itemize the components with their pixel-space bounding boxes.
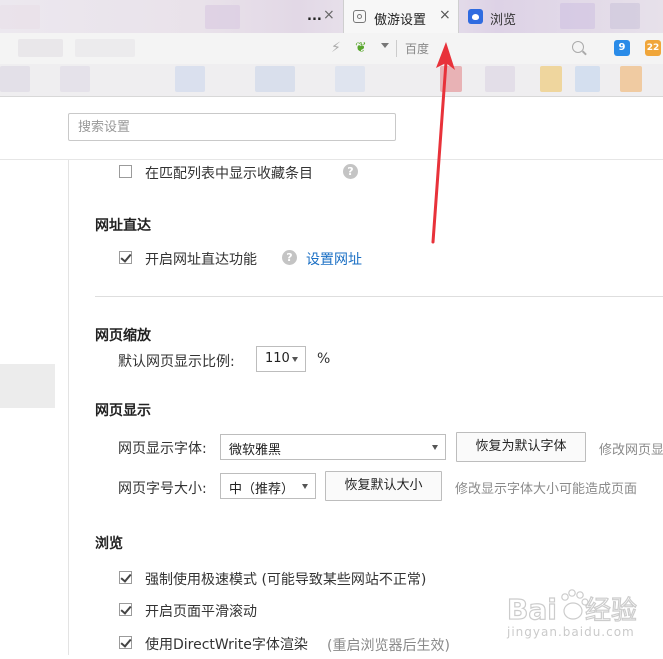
tab-bar: ... × 傲游设置 × 浏览 — [0, 0, 663, 33]
extension-icon[interactable]: 9 — [614, 40, 630, 56]
blurred-bookmark — [60, 66, 90, 92]
gear-icon — [353, 10, 366, 23]
section-heading-browse: 浏览 — [95, 536, 123, 552]
url-direct-label: 开启网址直达功能 — [145, 252, 257, 268]
tab-previous[interactable]: ... × — [292, 0, 342, 33]
close-icon[interactable]: × — [323, 7, 335, 23]
blurred-tab — [0, 5, 40, 29]
divider — [396, 40, 397, 57]
font-value: 微软雅黑 — [229, 443, 282, 458]
checkbox-force-speed-mode[interactable] — [119, 571, 132, 584]
zoom-label: 默认网页显示比例: — [118, 354, 235, 370]
font-label: 网页显示字体: — [118, 441, 207, 457]
directwrite-note: (重启浏览器后生效) — [327, 638, 450, 654]
address-bar: ⚡ ❦ 百度 9 22 — [0, 33, 663, 65]
chevron-down-icon — [432, 445, 438, 450]
blurred-bookmark — [620, 66, 642, 92]
svg-text:Bai: Bai — [507, 593, 557, 626]
reset-font-button[interactable]: 恢复为默认字体 — [456, 432, 586, 462]
watermark-url: jingyan.baidu.com — [507, 625, 635, 639]
blurred-bookmark — [0, 66, 30, 92]
baidu-paw-icon — [468, 9, 483, 24]
blurred-bookmark — [175, 66, 205, 92]
checkbox-url-direct[interactable] — [119, 251, 132, 264]
blurred-tab — [610, 3, 640, 29]
checkbox-smooth-scroll[interactable] — [119, 603, 132, 616]
svg-text:经验: 经验 — [585, 596, 637, 626]
tab-settings-title: 傲游设置 — [374, 13, 427, 28]
red-arrow-annotation — [431, 42, 455, 244]
blurred-bookmark — [575, 66, 600, 92]
extension-icon[interactable]: 22 — [645, 40, 661, 56]
blurred-bookmark — [335, 66, 365, 92]
font-size-label: 网页字号大小: — [118, 481, 207, 497]
font-size-note: 修改显示字体大小可能造成页面 — [455, 482, 638, 497]
blurred-bookmark — [255, 66, 295, 92]
checkbox-show-favorites[interactable] — [119, 165, 132, 178]
help-icon[interactable]: ? — [282, 250, 297, 265]
checkbox-directwrite[interactable] — [119, 636, 132, 649]
watermark: Bai 经验 jingyan.baidu.com — [505, 583, 663, 655]
smooth-scroll-label: 开启页面平滑滚动 — [145, 604, 257, 620]
force-speed-mode-label: 强制使用极速模式 (可能导致某些网站不正常) — [145, 572, 427, 588]
tab-previous-title: ... — [307, 9, 322, 24]
font-select[interactable]: 微软雅黑 — [220, 434, 446, 460]
blurred-tab — [560, 3, 595, 29]
tab-browse[interactable]: 浏览 — [460, 0, 550, 33]
font-note: 修改网页显 — [599, 443, 663, 458]
set-url-link[interactable]: 设置网址 — [306, 249, 362, 269]
blurred-url — [18, 39, 63, 57]
blurred-url — [75, 39, 135, 57]
chevron-down-icon[interactable] — [381, 43, 389, 48]
blurred-bookmark — [540, 66, 562, 92]
search-icon[interactable] — [572, 41, 584, 53]
divider — [95, 296, 663, 297]
blurred-bookmark — [485, 66, 515, 92]
zoom-value: 110 — [265, 351, 290, 366]
baidu-logo: Bai 经验 — [506, 589, 638, 627]
directwrite-label: 使用DirectWrite字体渲染 — [145, 637, 308, 653]
lightning-icon[interactable]: ⚡ — [331, 40, 341, 56]
blurred-tab — [205, 5, 240, 29]
close-icon[interactable]: × — [439, 7, 451, 23]
chevron-down-icon — [292, 357, 298, 362]
settings-sidebar — [0, 160, 69, 655]
help-icon[interactable]: ? — [343, 164, 358, 179]
section-heading-zoom: 网页缩放 — [95, 328, 151, 344]
tab-settings[interactable]: 傲游设置 × — [343, 0, 459, 33]
bookmark-bar — [0, 64, 663, 97]
tab-browse-title: 浏览 — [490, 13, 517, 28]
search-input[interactable] — [68, 113, 396, 141]
reset-size-button[interactable]: 恢复默认大小 — [325, 471, 442, 501]
section-heading-display: 网页显示 — [95, 403, 151, 419]
section-heading-url-direct: 网址直达 — [95, 218, 151, 234]
leaf-icon[interactable]: ❦ — [355, 40, 367, 56]
settings-search-area — [0, 97, 663, 160]
zoom-select[interactable]: 110 — [256, 346, 306, 372]
font-size-select[interactable]: 中（推荐） — [220, 473, 316, 499]
chevron-down-icon — [302, 484, 308, 489]
font-size-value: 中（推荐） — [229, 482, 295, 497]
zoom-unit: % — [317, 351, 331, 367]
show-favorites-label: 在匹配列表中显示收藏条目 — [145, 166, 313, 182]
sidebar-item-selected[interactable] — [0, 364, 55, 408]
